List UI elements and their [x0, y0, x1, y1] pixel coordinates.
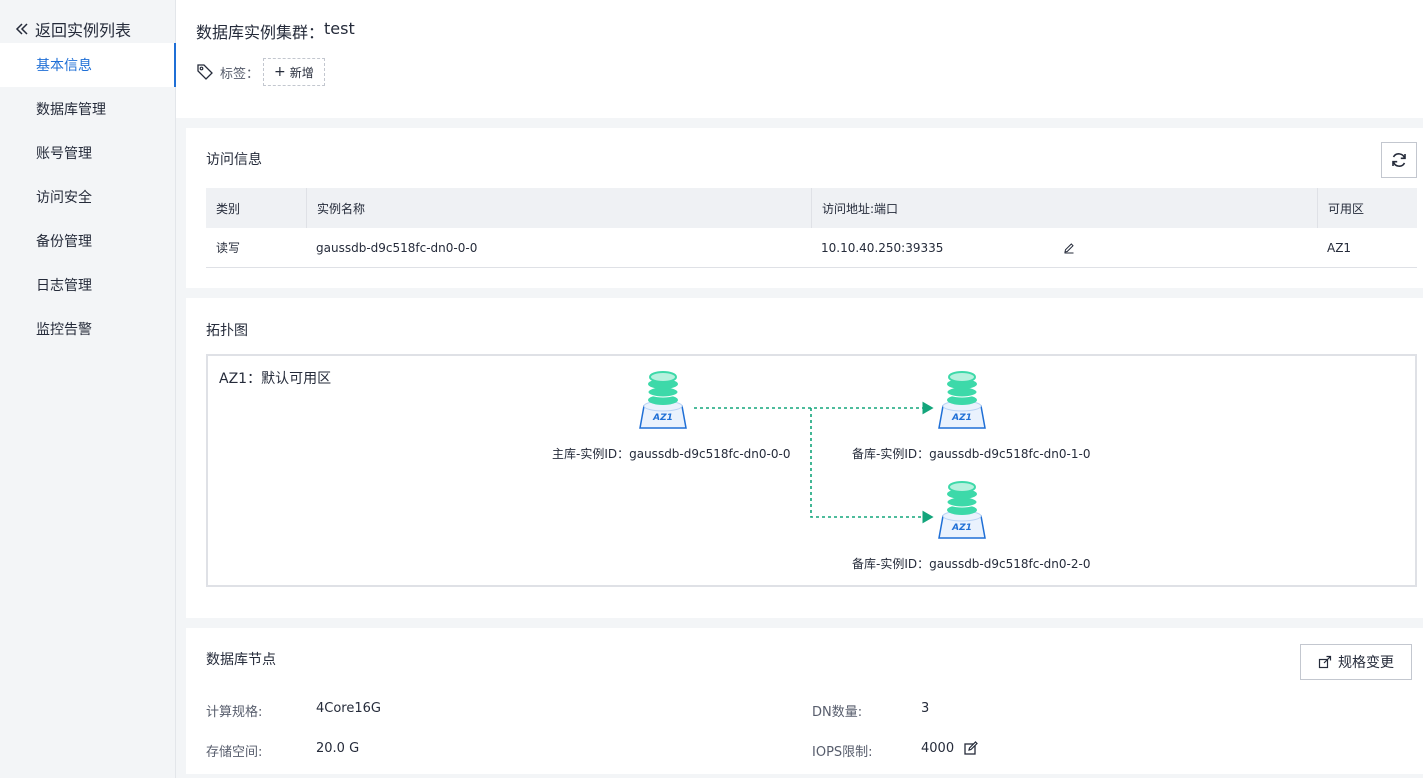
column-header-type: 类别: [216, 201, 241, 216]
topology-canvas: AZ1：默认可用区 AZ1 主库-实例ID：gaussdb-d9c518fc-d…: [206, 354, 1417, 587]
sidebar-item-backup-management[interactable]: 备份管理: [0, 219, 176, 263]
svg-text:AZ1: AZ1: [951, 523, 972, 533]
sidebar-item-label: 备份管理: [36, 234, 92, 250]
double-chevron-left-icon: [15, 23, 28, 35]
standby-node-1-label: 备库-实例ID：gaussdb-d9c518fc-dn0-1-0: [852, 447, 1091, 461]
tag-icon: [197, 64, 213, 80]
iops-value: 4000: [921, 741, 955, 756]
svg-text:AZ1: AZ1: [652, 413, 673, 423]
sidebar-item-database-management[interactable]: 数据库管理: [0, 87, 176, 131]
storage-value: 20.0 G: [316, 741, 360, 756]
back-label: 返回实例列表: [35, 21, 132, 40]
sidebar-item-label: 日志管理: [36, 278, 92, 294]
sidebar-item-log-management[interactable]: 日志管理: [0, 263, 176, 307]
sidebar-item-access-security[interactable]: 访问安全: [0, 175, 176, 219]
dn-count-key: DN数量:: [812, 705, 863, 720]
column-header-address-port: 访问地址:端口: [811, 188, 1317, 228]
title-prefix: 数据库实例集群：: [196, 23, 325, 42]
cell-type: 读写: [216, 241, 241, 255]
sidebar-item-monitoring-alarms[interactable]: 监控告警: [0, 307, 176, 351]
address-value: 10.10.40.250:39335: [821, 240, 944, 255]
spec-change-button[interactable]: 规格变更: [1300, 644, 1412, 680]
standby-db-node-2-icon[interactable]: AZ1: [929, 480, 995, 540]
primary-db-node-icon[interactable]: AZ1: [630, 370, 696, 430]
plus-icon: +: [274, 64, 286, 80]
replication-links: [694, 401, 934, 524]
table-row: 读写 gaussdb-d9c518fc-dn0-0-0 10.10.40.250…: [206, 228, 1417, 268]
sidebar-item-label: 监控告警: [36, 322, 92, 338]
edit-pencil-icon[interactable]: [1063, 242, 1075, 254]
sidebar: 返回实例列表 基本信息 数据库管理 账号管理 访问安全 备份管理 日志管理 监控…: [0, 0, 176, 778]
sidebar-item-account-management[interactable]: 账号管理: [0, 131, 176, 175]
refresh-button[interactable]: [1381, 142, 1417, 178]
access-info-title: 访问信息: [206, 152, 262, 168]
standby-db-node-1-icon[interactable]: AZ1: [929, 370, 995, 430]
sidebar-item-label: 账号管理: [36, 146, 92, 162]
dn-count-value: 3: [921, 701, 930, 716]
access-table: 类别 实例名称 访问地址:端口 可用区 读写 gaussdb-d9c518fc-…: [206, 188, 1417, 268]
page-title: 数据库实例集群： test: [196, 19, 355, 43]
column-header-az: 可用区: [1317, 188, 1417, 228]
back-to-instance-list-link[interactable]: 返回实例列表: [14, 18, 131, 40]
cluster-name: test: [324, 19, 355, 38]
compute-spec-value: 4Core16G: [316, 701, 381, 716]
topology-title: 拓扑图: [206, 323, 248, 339]
sidebar-item-label: 基本信息: [36, 58, 92, 74]
access-info-panel: 访问信息 类别 实例名称 访问地址:端口 可用区 读写 gaussdb-d9c5…: [186, 128, 1423, 288]
sidebar-item-label: 访问安全: [36, 190, 92, 206]
spec-change-label: 规格变更: [1338, 655, 1394, 671]
refresh-icon: [1392, 153, 1406, 167]
sidebar-item-label: 数据库管理: [36, 102, 106, 118]
database-nodes-panel: 数据库节点 规格变更 计算规格: 4Core16G 存储空间: 20.0 G D…: [186, 628, 1423, 774]
external-link-icon: [1318, 655, 1332, 669]
iops-key: IOPS限制:: [812, 745, 873, 760]
tag-row: 标签： + 新增: [196, 58, 325, 86]
tag-label: 标签：: [220, 66, 260, 82]
database-nodes-title: 数据库节点: [206, 652, 276, 668]
table-header: 类别 实例名称 访问地址:端口 可用区: [206, 188, 1417, 228]
column-header-instance-name: 实例名称: [306, 188, 811, 228]
add-tag-button[interactable]: + 新增: [263, 58, 325, 86]
cell-instance-name: gaussdb-d9c518fc-dn0-0-0: [316, 240, 478, 255]
primary-node-label: 主库-实例ID：gaussdb-d9c518fc-dn0-0-0: [552, 447, 791, 461]
cell-az: AZ1: [1327, 240, 1352, 255]
sidebar-item-basic-info[interactable]: 基本信息: [0, 43, 176, 87]
storage-key: 存储空间:: [206, 745, 263, 760]
add-tag-label: 新增: [289, 65, 314, 80]
compute-spec-key: 计算规格:: [206, 705, 263, 720]
cell-address: 10.10.40.250:39335: [811, 228, 1317, 267]
header-panel: 数据库实例集群： test 标签： + 新增: [176, 0, 1423, 118]
edit-iops-icon[interactable]: [964, 741, 978, 755]
topology-panel: 拓扑图 AZ1：默认可用区 AZ1 主库-实例ID：gaussdb-d9c518…: [186, 298, 1423, 618]
standby-node-2-label: 备库-实例ID：gaussdb-d9c518fc-dn0-2-0: [852, 557, 1091, 571]
svg-text:AZ1: AZ1: [951, 413, 972, 423]
